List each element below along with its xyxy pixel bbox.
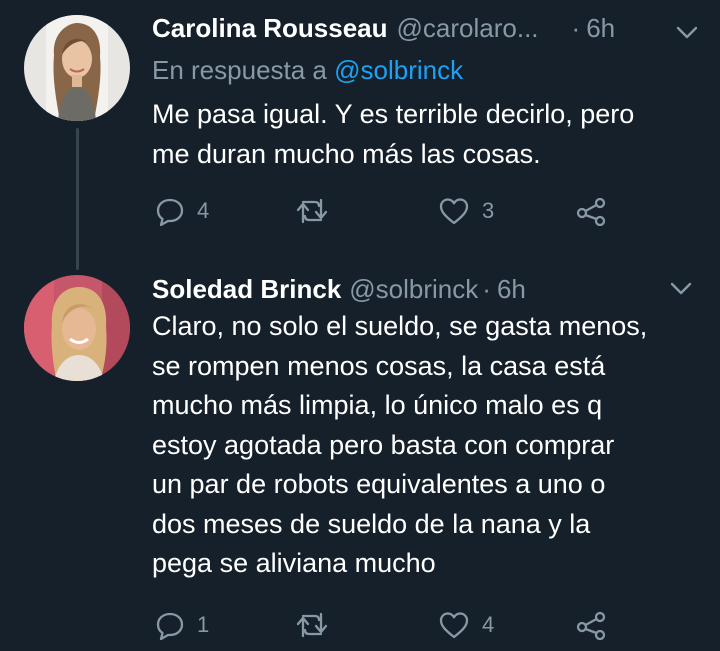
tweet-text-line: Claro, no solo el sueldo, se gasta menos…	[152, 311, 648, 341]
tweet-text-line: estoy agotada pero basta con comprar	[152, 429, 615, 460]
timestamp[interactable]: 6h	[586, 12, 615, 44]
chevron-down-icon[interactable]	[676, 26, 698, 40]
share-icon	[576, 197, 606, 226]
separator-dot: ·	[571, 13, 581, 43]
separator-dot: ·	[482, 274, 491, 304]
reply-count: 4	[197, 198, 210, 223]
tweet-text-line: me duran mucho más las cosas.	[152, 138, 541, 169]
tweet[interactable]: Carolina Rousseau @carolaro... · 6h En r…	[0, 0, 720, 258]
share-icon	[576, 611, 606, 640]
avatar[interactable]	[24, 15, 130, 121]
like-button[interactable]: 3	[438, 191, 494, 231]
tweet-text: Me pasa igual. Y es terrible decirlo, pe…	[152, 95, 700, 174]
username[interactable]: @carolaro...	[397, 12, 539, 44]
tweet-actions: 4 3	[155, 191, 700, 231]
tweet-text-line: Me pasa igual. Y es terrible decirlo, pe…	[152, 99, 635, 129]
display-name[interactable]: Soledad Brinck	[152, 273, 341, 305]
reply-icon	[156, 198, 184, 226]
tweet-text-line: se rompen menos cosas, la casa está	[152, 350, 606, 381]
username[interactable]: @solbrinck	[349, 273, 478, 305]
chevron-down-icon[interactable]	[670, 282, 692, 296]
tweet-text-line: mucho más limpia, lo único malo es q	[152, 390, 603, 420]
reply-button[interactable]: 1	[155, 605, 209, 645]
retweet-icon	[296, 612, 328, 638]
share-button[interactable]	[575, 191, 607, 231]
reply-context: En respuesta a @solbrinck	[152, 54, 463, 86]
reply-button[interactable]: 4	[155, 191, 209, 231]
tweet-header: Carolina Rousseau @carolaro... · 6h	[152, 12, 700, 44]
retweet-button[interactable]	[295, 605, 341, 645]
like-icon	[439, 612, 469, 639]
tweet-text-line: un par de robots equivalentes a uno o	[152, 469, 606, 499]
avatar[interactable]	[24, 275, 130, 381]
retweet-icon	[296, 198, 328, 224]
reply-prefix: En respuesta a	[152, 55, 327, 85]
like-icon	[439, 198, 469, 225]
tweet[interactable]: Soledad Brinck @solbrinck · 6h Claro, no…	[0, 258, 720, 651]
tweet-text-line: pega se aliviana mucho	[152, 548, 436, 578]
reply-mention-link[interactable]: @solbrinck	[334, 55, 463, 85]
like-count: 3	[482, 198, 495, 223]
like-count: 4	[482, 612, 495, 637]
retweet-button[interactable]	[295, 191, 341, 231]
share-button[interactable]	[575, 605, 607, 645]
tweet-header: Soledad Brinck @solbrinck · 6h	[152, 273, 700, 305]
like-button[interactable]: 4	[438, 605, 494, 645]
tweet-text: Claro, no solo el sueldo, se gasta menos…	[152, 307, 700, 584]
display-name[interactable]: Carolina Rousseau	[152, 12, 388, 44]
reply-icon	[156, 612, 184, 640]
tweet-actions: 1 4	[155, 605, 700, 645]
reply-count: 1	[197, 612, 210, 637]
tweet-text-line: dos meses de sueldo de la nana y la	[152, 508, 591, 539]
timestamp[interactable]: 6h	[497, 273, 526, 305]
